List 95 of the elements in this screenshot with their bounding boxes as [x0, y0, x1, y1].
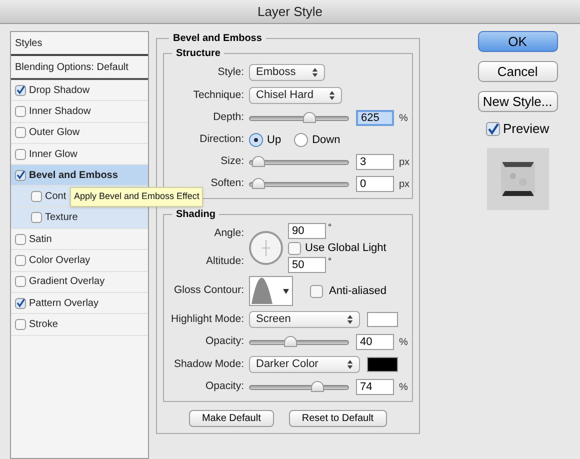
dialog-button[interactable]: Make Default — [188, 410, 274, 427]
list-item[interactable]: Bevel and Emboss — [11, 165, 148, 186]
checkbox[interactable] — [31, 191, 42, 202]
list-item[interactable]: Satin — [11, 229, 148, 250]
field-label: Opacity: — [204, 379, 244, 394]
preview-option[interactable]: Preview — [486, 119, 550, 138]
unit-label: % — [399, 380, 408, 394]
checkbox[interactable] — [31, 212, 42, 224]
list-item[interactable]: Color Overlay — [11, 250, 148, 272]
dialog-button[interactable]: Reset to Default — [288, 410, 387, 427]
radio-option[interactable]: Down — [294, 132, 340, 148]
color-swatch[interactable] — [367, 357, 398, 372]
radio-option[interactable]: Up — [249, 132, 282, 148]
unit-label: % — [399, 336, 408, 350]
checkmark-icon — [486, 122, 499, 135]
section-title: Bevel and Emboss — [172, 32, 263, 46]
dropdown[interactable]: Darker Color — [249, 356, 360, 373]
item-label: Texture — [45, 211, 78, 226]
slider-thumb[interactable] — [284, 336, 297, 346]
checkbox[interactable] — [288, 242, 301, 254]
angle-dial[interactable] — [249, 231, 283, 265]
field-label: Altitude: — [205, 254, 244, 270]
dropdown[interactable]: Chisel Hard — [249, 87, 342, 104]
number-field[interactable]: 0 — [356, 176, 394, 192]
number-field[interactable]: 625 — [356, 110, 394, 126]
dropdown[interactable]: Screen — [249, 311, 360, 328]
field-label: Shadow Mode: — [172, 356, 244, 372]
dropdown[interactable]: Emboss — [249, 64, 325, 81]
dialog-button[interactable]: New Style... — [478, 91, 558, 112]
unit-label: ° — [328, 257, 332, 266]
field-label: Soften: — [210, 176, 244, 192]
number-field[interactable]: 90 — [288, 223, 326, 239]
list-header: Styles — [11, 32, 148, 56]
unit-label: px — [399, 156, 410, 170]
number-field[interactable]: 40 — [356, 334, 394, 350]
field-label: Gloss Contour: — [172, 283, 244, 298]
updown-arrows-icon — [312, 68, 318, 77]
unit-label: ° — [328, 223, 332, 232]
number-field[interactable]: 74 — [356, 379, 394, 395]
field-label: Depth: — [212, 110, 244, 126]
updown-arrows-icon — [347, 360, 353, 369]
updown-arrows-icon — [347, 315, 353, 324]
list-item[interactable]: Outer Glow — [11, 122, 148, 144]
number-field[interactable]: 3 — [356, 154, 394, 170]
dialog-button[interactable]: Cancel — [478, 61, 558, 82]
field-label: Direction: — [198, 132, 244, 148]
slider-thumb[interactable] — [252, 156, 265, 166]
checkbox[interactable] — [15, 234, 26, 245]
checkbox[interactable] — [15, 170, 26, 181]
dialog-button[interactable]: OK — [478, 31, 558, 52]
list-item[interactable]: Pattern Overlay — [11, 292, 148, 314]
color-swatch[interactable] — [367, 312, 398, 327]
field-label: Size: — [220, 154, 244, 170]
checkbox[interactable] — [15, 276, 26, 288]
slider-thumb[interactable] — [252, 178, 265, 188]
dropdown-arrow-icon — [283, 288, 289, 294]
checkbox[interactable] — [486, 122, 500, 136]
contour-picker[interactable] — [249, 276, 293, 306]
list-item[interactable]: Gradient Overlay — [11, 272, 148, 293]
checkbox[interactable] — [15, 84, 26, 96]
window-title: Layer Style — [257, 2, 323, 21]
updown-arrows-icon — [329, 91, 336, 100]
checkbox[interactable] — [15, 298, 26, 309]
radio-button[interactable] — [294, 133, 308, 147]
field-label: Opacity: — [204, 334, 244, 350]
checkbox[interactable] — [15, 127, 26, 138]
checkbox[interactable] — [15, 106, 26, 117]
field-label: Highlight Mode: — [170, 312, 244, 327]
checkmark-icon — [16, 84, 25, 96]
field-label: Technique: — [192, 88, 244, 103]
radio-button[interactable] — [249, 133, 263, 147]
tooltip: Apply Bevel and Emboss Effect — [70, 187, 204, 207]
number-field[interactable]: 50 — [288, 257, 326, 273]
slider-thumb[interactable] — [302, 112, 316, 122]
unit-label: px — [399, 178, 410, 192]
item-label: Cont — [45, 190, 66, 204]
field-label: Style: — [216, 64, 244, 80]
list-item[interactable]: Blending Options: Default — [11, 56, 148, 80]
list-item[interactable]: Drop Shadow — [11, 80, 148, 102]
group-title: Structure — [175, 47, 222, 61]
list-item[interactable]: Inner Shadow — [11, 101, 148, 123]
checkbox[interactable] — [15, 318, 26, 330]
checkmark-icon — [16, 297, 25, 310]
field-label: Angle: — [213, 226, 244, 241]
checkbox[interactable] — [15, 148, 26, 160]
list-item[interactable]: Texture — [11, 208, 148, 230]
checkmark-icon — [16, 169, 25, 182]
checkbox[interactable] — [310, 284, 323, 298]
anti-aliased-option[interactable]: Anti-aliased — [310, 282, 386, 300]
group-title: Shading — [175, 208, 216, 222]
slider-thumb[interactable] — [311, 380, 324, 392]
unit-label: % — [399, 112, 408, 126]
checkbox[interactable] — [15, 255, 26, 266]
list-item[interactable]: Stroke — [11, 314, 148, 336]
global-light-option[interactable]: Use Global Light — [288, 240, 386, 256]
